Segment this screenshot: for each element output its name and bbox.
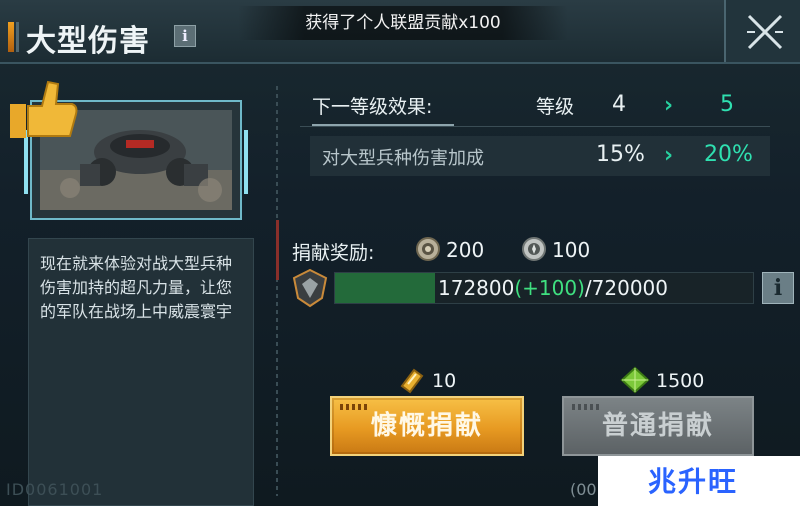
row-separator bbox=[300, 126, 770, 127]
progress-current: 172800 bbox=[438, 276, 515, 300]
button-stripes bbox=[572, 404, 602, 410]
contribution-info-button[interactable]: i bbox=[762, 272, 794, 304]
progress-total: /720000 bbox=[584, 276, 668, 300]
generous-donate-button[interactable]: 慷慨捐献 bbox=[330, 396, 524, 456]
generous-donate-label: 慷慨捐献 bbox=[370, 411, 483, 441]
normal-donate-button[interactable]: 普通捐献 bbox=[562, 396, 754, 456]
normal-donate-label: 普通捐献 bbox=[601, 411, 714, 441]
effect-current: 15% bbox=[596, 142, 645, 167]
close-x-icon[interactable] bbox=[745, 12, 785, 52]
green-crystal-icon bbox=[620, 366, 650, 394]
button-stripes bbox=[340, 404, 370, 410]
page-title: 大型伤害 bbox=[26, 24, 150, 59]
skill-id-text: ID0061001 bbox=[6, 480, 104, 499]
rank-emblem-icon bbox=[292, 268, 328, 308]
progress-added: (+100) bbox=[514, 276, 585, 300]
column-divider-highlight bbox=[276, 220, 279, 280]
level-arrow-icon: › bbox=[664, 93, 674, 118]
normal-cost: 1500 bbox=[656, 370, 705, 392]
watermark-logo: 兆升旺 bbox=[648, 465, 739, 498]
thumbs-up-badge-icon bbox=[10, 80, 78, 138]
skill-description: 现在就来体验对战大型兵种伤害加持的超凡力量，让您的军队在战场上中威震寰宇 bbox=[40, 254, 233, 321]
level-label: 等级 bbox=[536, 96, 575, 118]
gold-ticket-icon bbox=[400, 368, 424, 394]
level-next: 5 bbox=[720, 92, 734, 117]
level-current: 4 bbox=[612, 92, 626, 117]
contribution-progress-text: 172800(+100)/720000 bbox=[438, 276, 668, 300]
column-divider bbox=[276, 86, 278, 496]
honor-coin-icon bbox=[522, 237, 546, 261]
header-accent bbox=[8, 22, 14, 52]
reward-value-honor-coin: 100 bbox=[552, 238, 591, 262]
title-info-button[interactable]: i bbox=[174, 25, 196, 47]
effect-next: 20% bbox=[704, 142, 753, 167]
effect-arrow-icon: › bbox=[664, 143, 674, 168]
reward-label: 捐献奖励: bbox=[292, 242, 375, 264]
generous-cost: 10 bbox=[432, 370, 457, 392]
header-accent-secondary bbox=[16, 22, 19, 52]
alliance-coin-icon bbox=[416, 237, 440, 261]
next-level-label: 下一等级效果: bbox=[312, 96, 433, 118]
reward-value-alliance-coin: 200 bbox=[446, 238, 485, 262]
contribution-progress-fill bbox=[335, 273, 435, 303]
effect-label: 对大型兵种伤害加成 bbox=[322, 148, 484, 169]
toast-message: 获得了个人联盟贡献x100 bbox=[238, 6, 568, 40]
